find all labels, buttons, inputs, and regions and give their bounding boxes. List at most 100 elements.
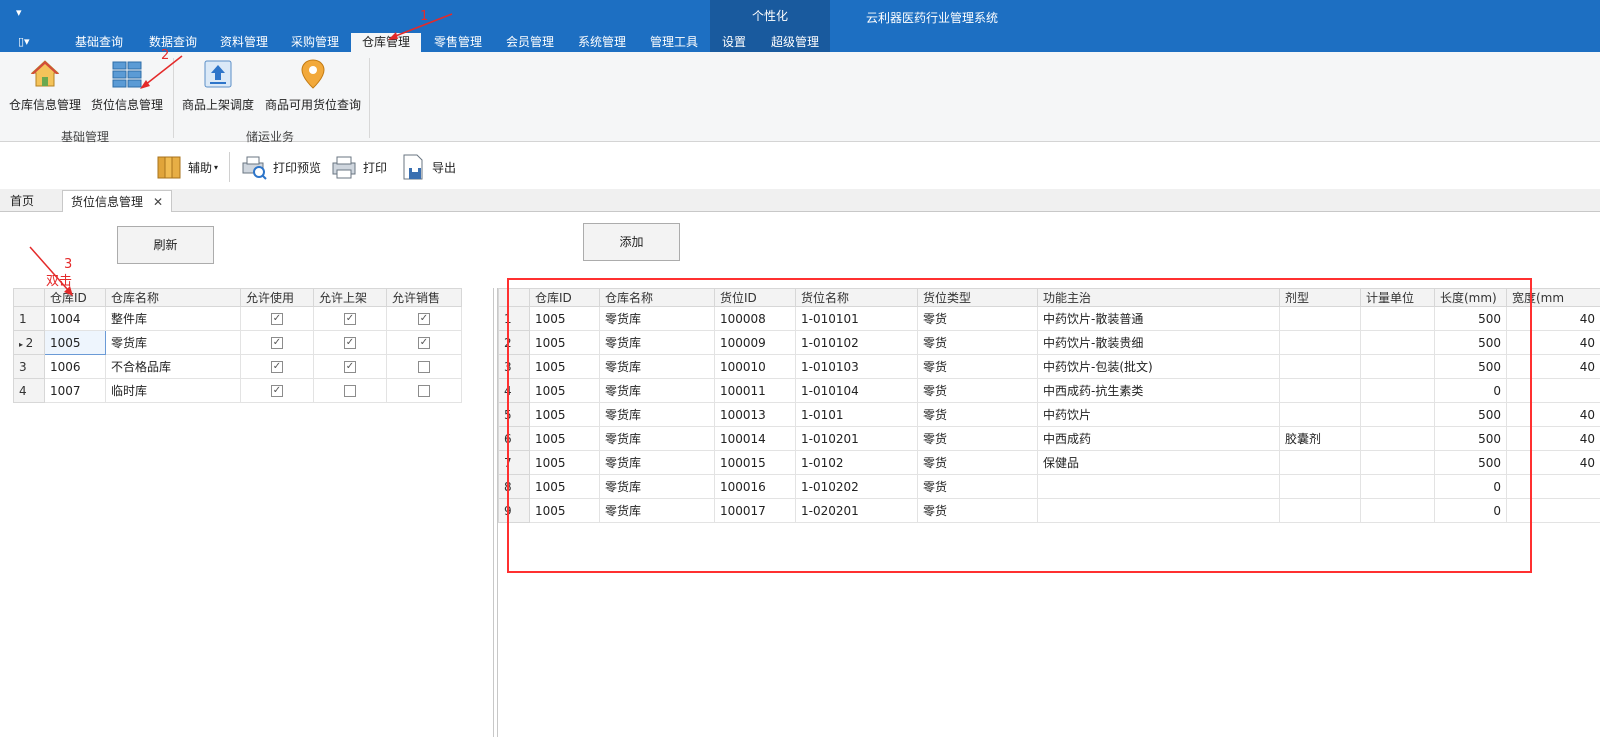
map-pin-icon: [301, 59, 325, 89]
export-save-icon: [403, 154, 423, 180]
warehouse-name-cell[interactable]: 零货库: [105, 330, 241, 355]
checkbox-cell[interactable]: ✓: [313, 306, 387, 331]
checkbox-cell[interactable]: ✓: [386, 330, 462, 355]
print-preview-button[interactable]: 打印预览: [240, 152, 321, 182]
assist-label: 辅助: [188, 160, 213, 175]
tab-retail-management[interactable]: 零售管理: [425, 33, 491, 52]
warehouse-id-cell[interactable]: 1007: [44, 378, 106, 403]
panel-splitter[interactable]: [493, 288, 494, 737]
row-number: 1: [19, 311, 27, 326]
tab-location-info[interactable]: 货位信息管理 ✕: [62, 190, 173, 212]
app-title: 云利器医药行业管理系统: [866, 11, 999, 25]
checkbox-cell[interactable]: ✓: [313, 330, 387, 355]
warehouse-name-cell[interactable]: 整件库: [105, 306, 241, 331]
annotation-step1: 1: [420, 9, 429, 24]
tab-purchase-management[interactable]: 采购管理: [282, 33, 348, 52]
tab-system-management[interactable]: 系统管理: [569, 33, 635, 52]
checkbox[interactable]: ✓: [271, 313, 283, 325]
checkbox[interactable]: ✓: [418, 337, 430, 349]
chevron-down-icon: ▾: [214, 162, 219, 172]
warehouse-info-button[interactable]: 仓库信息管理: [8, 58, 82, 113]
warehouse-id-cell[interactable]: 1005: [44, 330, 106, 355]
checkbox-cell[interactable]: ✓: [240, 354, 314, 379]
checkbox[interactable]: ✓: [271, 385, 283, 397]
checkbox-cell[interactable]: ✓: [240, 306, 314, 331]
warehouse-name-cell[interactable]: 临时库: [105, 378, 241, 403]
checkbox-cell[interactable]: ✓: [386, 306, 462, 331]
row-indicator[interactable]: 4: [13, 378, 45, 403]
ribbon-group-divider: [369, 58, 370, 138]
tab-home[interactable]: 首页: [2, 190, 42, 212]
assist-dropdown-button[interactable]: 辅助 ▾: [155, 152, 218, 182]
export-button[interactable]: 导出: [399, 152, 456, 182]
tab-warehouse-management[interactable]: 仓库管理: [351, 33, 421, 52]
checkbox[interactable]: [344, 385, 356, 397]
checkbox[interactable]: [418, 361, 430, 373]
row-indicator-header: [13, 288, 45, 307]
checkbox[interactable]: ✓: [344, 337, 356, 349]
checkbox[interactable]: ✓: [344, 313, 356, 325]
checkbox[interactable]: ✓: [344, 361, 356, 373]
checkbox[interactable]: ✓: [271, 361, 283, 373]
row-indicator[interactable]: 3: [13, 354, 45, 379]
export-label: 导出: [432, 160, 457, 175]
printer-icon: [332, 156, 356, 179]
warehouse-row[interactable]: ▸ 2 1005 零货库 ✓ ✓ ✓: [13, 330, 462, 355]
file-menu-button[interactable]: ▯▾: [18, 35, 30, 48]
tab-location-info-label: 货位信息管理: [71, 195, 144, 209]
tab-member-management[interactable]: 会员管理: [497, 33, 563, 52]
checkbox[interactable]: [418, 385, 430, 397]
tab-data-management[interactable]: 资料管理: [211, 33, 277, 52]
warehouse-info-label: 仓库信息管理: [8, 98, 81, 112]
warehouse-id-cell[interactable]: 1004: [44, 306, 106, 331]
tab-management-tools[interactable]: 管理工具: [641, 33, 707, 52]
checkbox-cell[interactable]: ✓: [313, 354, 387, 379]
shelving-schedule-button[interactable]: 商品上架调度: [181, 58, 255, 113]
warehouse-row[interactable]: 3 1006 不合格品库 ✓ ✓: [13, 354, 462, 379]
ribbon-group-divider: [173, 58, 174, 138]
location-info-button[interactable]: 货位信息管理: [90, 58, 164, 113]
checkbox-cell[interactable]: [386, 378, 462, 403]
checkbox[interactable]: ✓: [418, 313, 430, 325]
tab-super-management[interactable]: 超级管理: [762, 33, 828, 52]
column-header[interactable]: 仓库名称: [105, 288, 241, 307]
checkbox[interactable]: ✓: [271, 337, 283, 349]
annotation-step2: 2: [161, 48, 170, 63]
close-icon[interactable]: ✕: [153, 195, 163, 209]
tab-basic-query[interactable]: 基础查询: [66, 33, 132, 52]
checkbox-cell[interactable]: [386, 354, 462, 379]
tab-data-query[interactable]: 数据查询: [140, 33, 206, 52]
column-header[interactable]: 允许上架: [313, 288, 387, 307]
row-indicator[interactable]: 1: [13, 306, 45, 331]
row-number: 4: [19, 383, 27, 398]
house-icon: [30, 60, 60, 87]
contextual-group-label: 个性化: [751, 9, 788, 23]
checkbox-cell[interactable]: ✓: [240, 378, 314, 403]
row-number: 3: [19, 359, 27, 374]
shelving-schedule-label: 商品上架调度: [181, 98, 254, 112]
column-header[interactable]: 仓库ID: [44, 288, 106, 307]
checkbox-cell[interactable]: [313, 378, 387, 403]
grid-header-row: 仓库ID 仓库名称 允许使用 允许上架 允许销售: [13, 288, 462, 307]
grid-shelves-icon: [112, 61, 142, 88]
quick-access-toolbar-dropdown[interactable]: ▾: [16, 6, 22, 19]
refresh-button[interactable]: 刷新: [117, 226, 214, 264]
row-number: 2: [25, 335, 34, 350]
row-indicator[interactable]: ▸ 2: [13, 330, 45, 355]
warehouse-row[interactable]: 1 1004 整件库 ✓ ✓ ✓: [13, 306, 462, 331]
column-header[interactable]: 允许销售: [386, 288, 462, 307]
upload-arrow-icon: [204, 60, 232, 88]
toolbar-divider: [229, 152, 230, 182]
add-button[interactable]: 添加: [583, 223, 680, 261]
tab-settings[interactable]: 设置: [712, 33, 756, 52]
checkbox-cell[interactable]: ✓: [240, 330, 314, 355]
column-header[interactable]: 允许使用: [240, 288, 314, 307]
print-button[interactable]: 打印: [330, 152, 387, 182]
warehouse-name-cell[interactable]: 不合格品库: [105, 354, 241, 379]
document-tab-strip: [0, 189, 1600, 212]
print-preview-label: 打印预览: [273, 160, 322, 175]
warehouse-id-cell[interactable]: 1006: [44, 354, 106, 379]
warehouse-row[interactable]: 4 1007 临时库 ✓: [13, 378, 462, 403]
available-location-query-button[interactable]: 商品可用货位查询: [264, 58, 362, 113]
warehouse-grid: 仓库ID 仓库名称 允许使用 允许上架 允许销售 1 1004 整件库 ✓ ✓ ✓ ▸ 21…: [13, 288, 462, 403]
